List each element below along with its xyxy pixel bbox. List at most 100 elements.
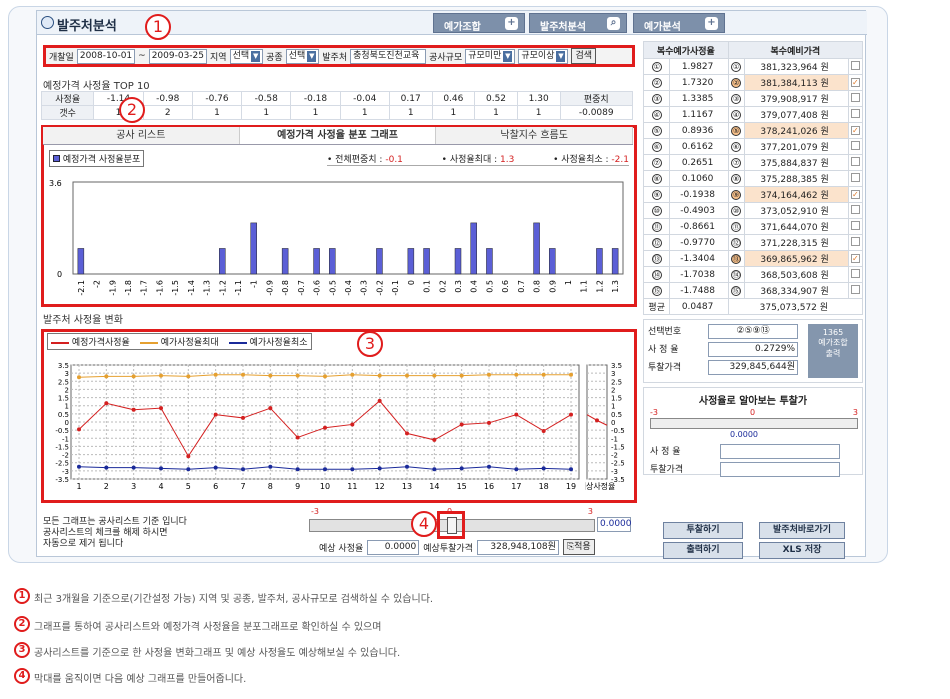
selection-rate-label: 사 정 율 bbox=[648, 345, 679, 355]
row-number: ⑭ bbox=[642, 266, 671, 283]
row-checkbox-box[interactable] bbox=[850, 108, 860, 118]
client-analysis-button[interactable]: 발주처분석 ⌕ bbox=[529, 13, 627, 33]
side-label: 예상사정율 bbox=[585, 481, 615, 491]
count-cell: 1 bbox=[431, 105, 476, 120]
annotation-number: 2 bbox=[14, 616, 30, 632]
calc-rate-input[interactable] bbox=[720, 444, 840, 459]
date-from-input[interactable]: 2008-10-01 bbox=[76, 48, 136, 64]
price-analysis-button[interactable]: 예가분석 + bbox=[633, 13, 725, 33]
slider-max: 3 bbox=[587, 507, 593, 516]
row-checkbox-box[interactable]: ✓ bbox=[850, 77, 860, 87]
y-tick-label: 0.5 bbox=[58, 411, 69, 419]
price-number-badge: ⑬ bbox=[731, 253, 742, 264]
predict-rate-label: 예상 사정율 bbox=[319, 543, 364, 554]
x-tick-label: 0.8 bbox=[533, 280, 542, 293]
scale-from-value: 규모미만 bbox=[468, 50, 502, 61]
series-point bbox=[295, 373, 300, 378]
calc-grid: 사 정 율 투찰가격 bbox=[650, 444, 840, 477]
scale-to-select[interactable]: 규모이상 ▼ bbox=[518, 48, 569, 64]
tab-0[interactable]: 공사 리스트 bbox=[43, 127, 240, 144]
price-number: ① bbox=[727, 58, 745, 75]
stat-min-label: • 사정율최소 : bbox=[553, 155, 609, 165]
row-checkbox-box[interactable] bbox=[850, 204, 860, 214]
price-analysis-label: 예가분석 bbox=[644, 22, 681, 33]
period-label: 개찰일 bbox=[49, 52, 74, 63]
rate-value-cell: 1.3385 bbox=[669, 90, 729, 107]
price-number: ④ bbox=[727, 106, 745, 123]
series-point bbox=[213, 465, 218, 470]
avg-label: 평균 bbox=[642, 298, 671, 315]
app-icon bbox=[41, 16, 54, 29]
client-input[interactable]: 충청북도진천교육 bbox=[350, 48, 427, 64]
slider-value-input[interactable]: 0.0000 bbox=[597, 517, 632, 532]
rate-cell: 0.17 bbox=[388, 91, 433, 106]
change-legend: 예정가격사정율 예가사정율최대 예가사정율최소 bbox=[47, 333, 312, 350]
region-select[interactable]: 선택 ▼ bbox=[229, 48, 264, 64]
row-number: ⑦ bbox=[642, 154, 671, 171]
rate-value-cell: -0.1938 bbox=[669, 186, 729, 203]
x-tick-label: 12 bbox=[375, 482, 385, 491]
row-checkbox bbox=[847, 234, 864, 251]
price-number-badge: ② bbox=[731, 77, 742, 88]
price-value-cell: 368,503,608 원 bbox=[743, 266, 849, 283]
predict-rate-input[interactable]: 0.0000 bbox=[367, 539, 420, 555]
series-point bbox=[77, 427, 81, 432]
calc-bid-input[interactable] bbox=[720, 462, 840, 477]
row-number: ③ bbox=[642, 90, 671, 107]
row-number: ⑧ bbox=[642, 170, 671, 187]
x-tick-label: 19 bbox=[566, 482, 576, 491]
calc-track[interactable] bbox=[650, 418, 858, 429]
row-checkbox-box[interactable] bbox=[850, 172, 860, 182]
price-value-cell: 373,052,910 원 bbox=[743, 202, 849, 219]
scale-from-select[interactable]: 규모미만 ▼ bbox=[465, 48, 516, 64]
combination-button[interactable]: 예가조합 + bbox=[433, 13, 525, 33]
x-tick-label: 0.5 bbox=[485, 280, 494, 293]
rate-value-cell: 0.1060 bbox=[669, 170, 729, 187]
dist-bar bbox=[407, 248, 415, 275]
row-checkbox-box[interactable]: ✓ bbox=[850, 189, 860, 199]
series-point bbox=[514, 467, 519, 472]
print-button[interactable]: 출력하기 bbox=[663, 542, 743, 559]
x-tick-label: -0.1 bbox=[391, 280, 400, 296]
bid-button[interactable]: 투찰하기 bbox=[663, 522, 743, 539]
row-number-badge: ③ bbox=[651, 93, 662, 104]
apply-button[interactable]: ⎘적용 bbox=[562, 539, 595, 555]
xls-save-button[interactable]: XLS 저장 bbox=[759, 542, 845, 559]
price-number: ⑮ bbox=[727, 282, 745, 299]
x-tick-label: -1.8 bbox=[124, 280, 133, 296]
x-tick-label: 14 bbox=[429, 482, 439, 491]
note-line: 공사리스트의 체크를 해제 하시면 bbox=[43, 528, 168, 538]
predict-slider[interactable]: -3 0 3 bbox=[309, 507, 595, 539]
y-tick-label: -3 bbox=[611, 468, 618, 476]
rate-row-label: 사정율 bbox=[40, 91, 95, 106]
row-checkbox-box[interactable] bbox=[850, 236, 860, 246]
row-checkbox-box[interactable]: ✓ bbox=[850, 253, 860, 263]
price-number-badge: ⑭ bbox=[731, 269, 742, 280]
series-point bbox=[459, 466, 464, 471]
series-point bbox=[432, 373, 437, 378]
date-to-input[interactable]: 2009-03-25 bbox=[148, 48, 208, 64]
row-checkbox-box[interactable] bbox=[850, 140, 860, 150]
goto-client-button[interactable]: 발주처바로가기 bbox=[759, 522, 845, 539]
tab-1[interactable]: 예정가격 사정율 분포 그래프 bbox=[239, 127, 437, 144]
row-checkbox-box[interactable] bbox=[850, 156, 860, 166]
search-button[interactable]: 검색 bbox=[571, 48, 597, 64]
y-tick-label: 1.5 bbox=[611, 395, 622, 403]
rate-value-cell: -1.7038 bbox=[669, 266, 729, 283]
row-checkbox-box[interactable]: ✓ bbox=[850, 125, 860, 135]
type-select[interactable]: 선택 ▼ bbox=[285, 48, 320, 64]
row-checkbox-box[interactable] bbox=[850, 220, 860, 230]
series-point bbox=[159, 373, 163, 378]
series-point bbox=[159, 406, 163, 411]
tab-2[interactable]: 낙찰지수 흐름도 bbox=[436, 127, 634, 144]
y-tick-label: -3.5 bbox=[55, 476, 69, 484]
row-checkbox-box[interactable] bbox=[850, 268, 860, 278]
row-checkbox-box[interactable] bbox=[850, 92, 860, 102]
predict-price-input[interactable]: 328,948,108원 bbox=[476, 539, 559, 555]
print-combination-button[interactable]: 1365 예가조합 출력 bbox=[808, 324, 858, 378]
row-checkbox-box[interactable] bbox=[850, 60, 860, 70]
calc-slider[interactable]: -3 0 3 0.0000 bbox=[650, 408, 858, 439]
type-value: 선택 bbox=[288, 50, 306, 61]
row-checkbox-box[interactable] bbox=[850, 284, 860, 294]
series-point bbox=[432, 467, 437, 472]
